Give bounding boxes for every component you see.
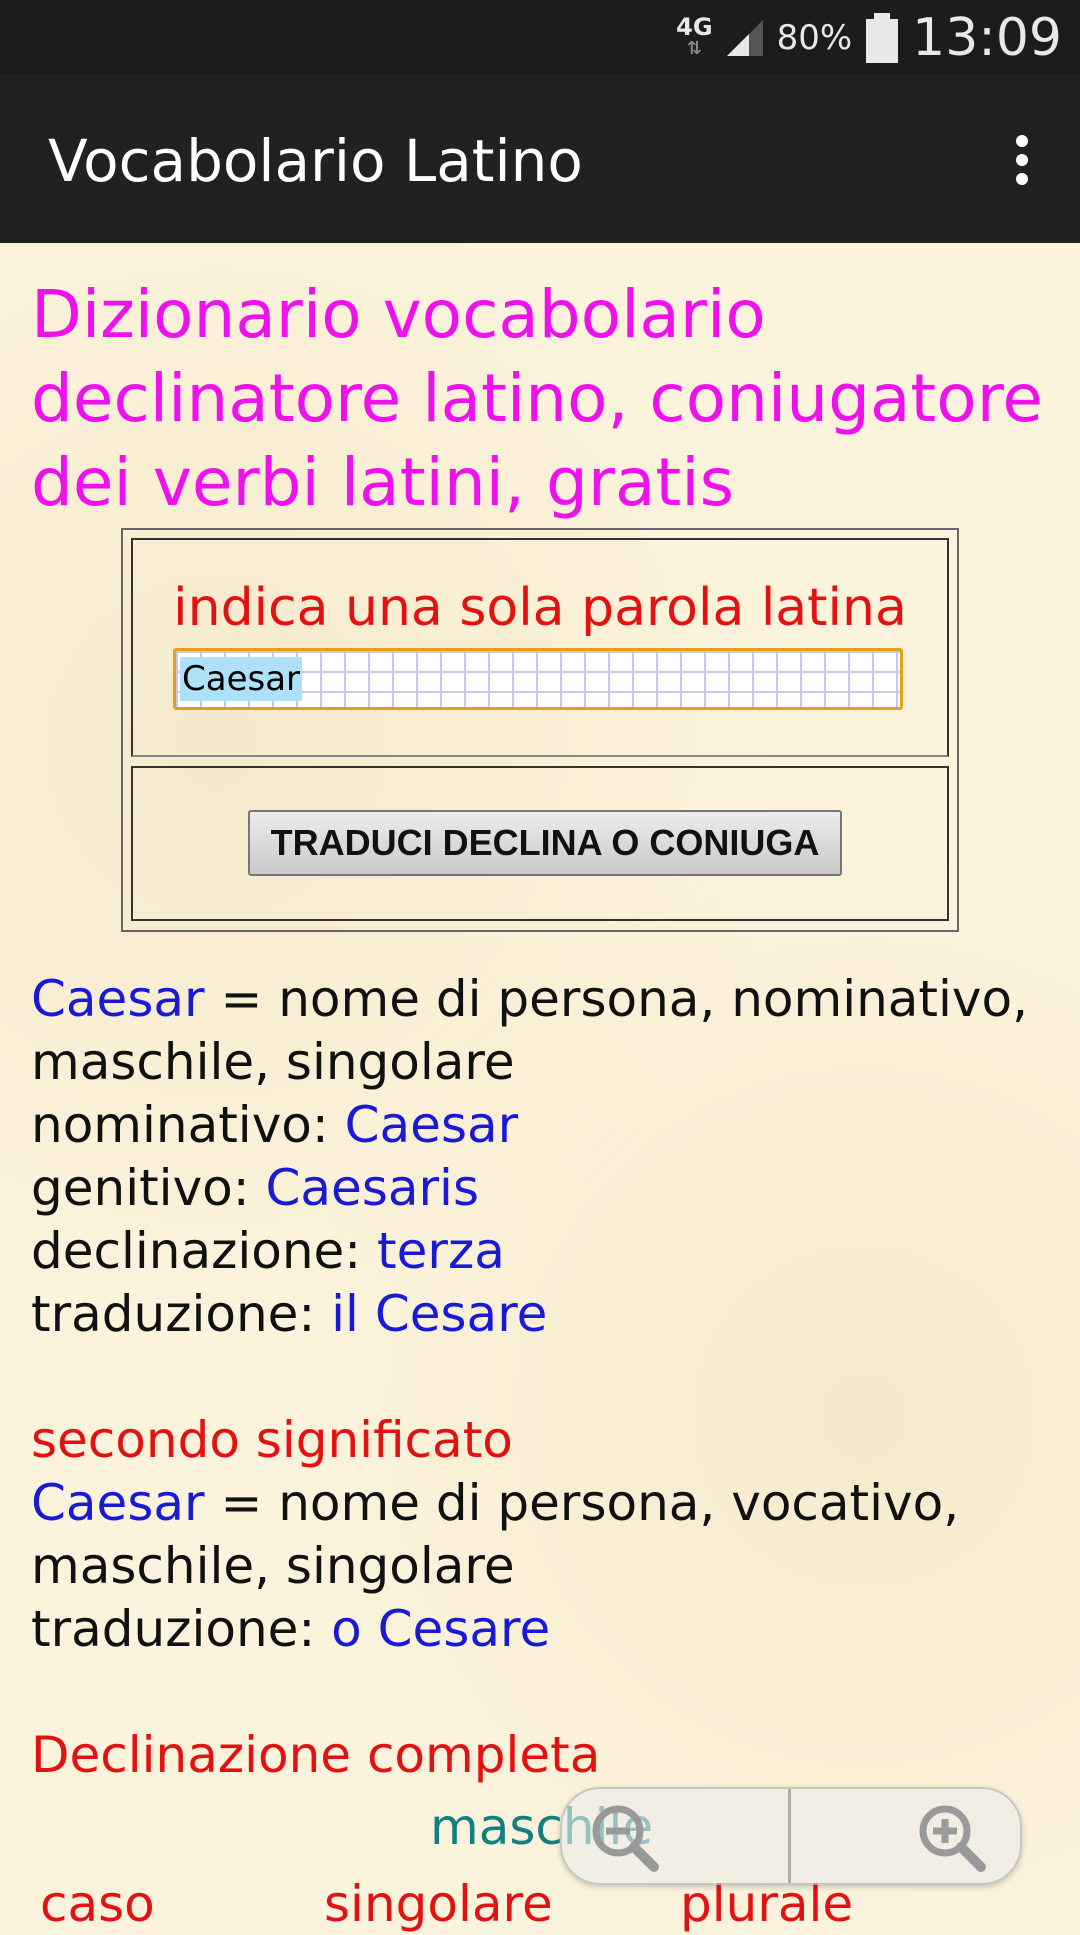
signal-icon	[726, 19, 763, 56]
result-label: nominativo:	[31, 1096, 345, 1154]
page-title: Dizionario vocabolario declinatore latin…	[31, 276, 1043, 521]
second-meaning-summary: Caesar = nome di persona, vocativo, masc…	[31, 1472, 1051, 1598]
app-title: Vocabolario Latino	[48, 127, 583, 195]
translate-button[interactable]: TRADUCI DECLINA O CONIUGA	[248, 810, 842, 876]
zoom-out-icon	[592, 1805, 659, 1872]
selected-text: Caesar	[180, 657, 303, 701]
result-value: terza	[377, 1222, 505, 1280]
results: Caesar = nome di persona, nominativo, ma…	[31, 968, 1051, 1787]
result-line: nominativo: Caesar	[31, 1094, 1051, 1157]
result-value: il Cesare	[331, 1285, 548, 1343]
word-input[interactable]: Caesar	[173, 648, 903, 710]
input-cell: indica una sola parola latina Caesar	[131, 538, 949, 757]
zoom-in-icon	[919, 1805, 986, 1872]
result-line: declinazione: terza	[31, 1220, 1051, 1283]
result-word-link[interactable]: Caesar	[31, 970, 205, 1028]
result-summary: Caesar = nome di persona, nominativo, ma…	[31, 968, 1051, 1094]
data-arrows-icon: ⇅	[686, 37, 702, 59]
column-header: caso	[40, 1875, 155, 1933]
declension-heading: Declinazione completa	[31, 1726, 601, 1784]
result-label: traduzione:	[31, 1600, 332, 1658]
menu-dot	[1016, 173, 1028, 185]
app-bar: Vocabolario Latino	[0, 75, 1080, 243]
second-translation: traduzione: o Cesare	[31, 1598, 1051, 1661]
result-label: traduzione:	[31, 1285, 332, 1343]
search-form: indica una sola parola latina Caesar TRA…	[121, 528, 959, 932]
result-label: declinazione:	[31, 1222, 378, 1280]
status-bar: 4G ⇅ 80% 13:09	[0, 0, 1080, 75]
zoom-controls	[560, 1787, 1022, 1885]
result-value: o Cesare	[331, 1600, 551, 1658]
menu-dot	[1016, 154, 1028, 166]
result-label: genitivo:	[31, 1159, 266, 1217]
menu-dot	[1016, 135, 1028, 147]
clock: 13:09	[912, 7, 1062, 68]
result-value: Caesaris	[265, 1159, 480, 1217]
second-meaning-heading: secondo significato	[31, 1411, 513, 1469]
column-header: singolare	[324, 1875, 553, 1933]
zoom-out-button[interactable]	[562, 1789, 788, 1883]
battery-icon	[866, 12, 899, 63]
result-line: traduzione: il Cesare	[31, 1283, 1051, 1346]
more-vert-icon[interactable]	[994, 125, 1050, 195]
web-content[interactable]: Dizionario vocabolario declinatore latin…	[0, 243, 1080, 1933]
second-word-link[interactable]: Caesar	[31, 1474, 205, 1532]
zoom-in-button[interactable]	[791, 1789, 1017, 1883]
network-type: 4G	[676, 12, 713, 41]
button-cell: TRADUCI DECLINA O CONIUGA	[131, 766, 949, 921]
status-icons: 4G ⇅ 80% 13:09	[676, 0, 1062, 75]
network-indicator: 4G ⇅	[676, 12, 713, 60]
battery-percent: 80%	[776, 17, 853, 58]
result-line: genitivo: Caesaris	[31, 1157, 1051, 1220]
input-prompt: indica una sola parola latina	[173, 578, 907, 638]
result-value: Caesar	[344, 1096, 519, 1154]
